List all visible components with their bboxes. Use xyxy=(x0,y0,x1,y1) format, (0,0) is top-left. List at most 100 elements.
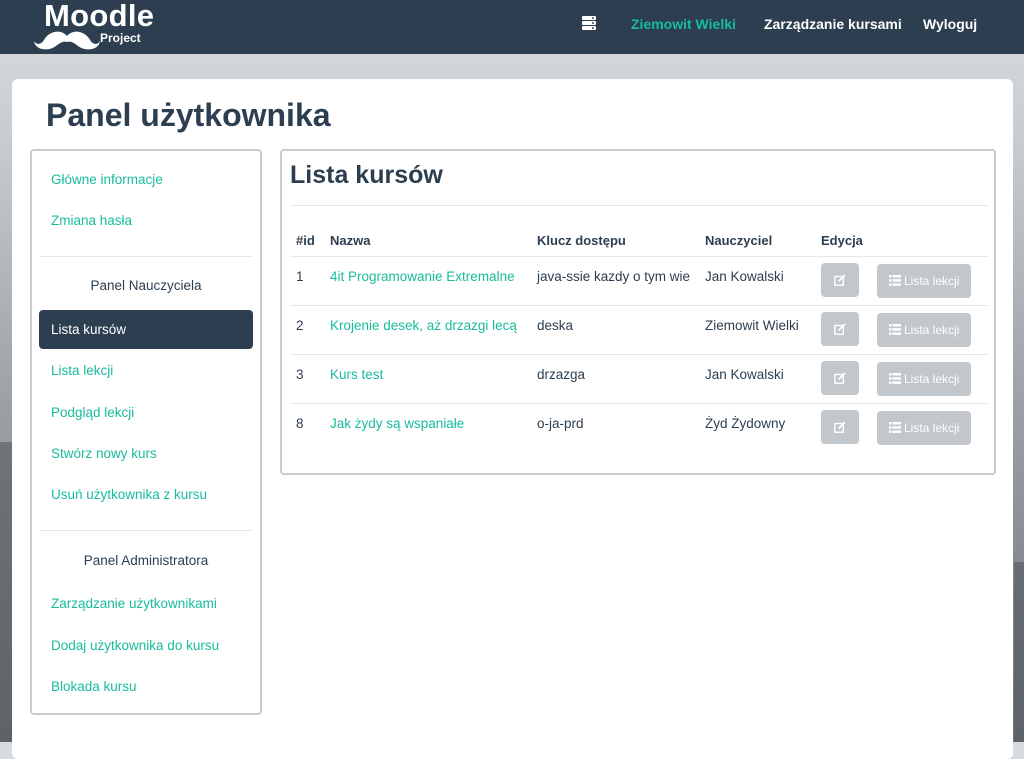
course-name-link[interactable]: Kurs test xyxy=(330,367,383,382)
edit-button[interactable] xyxy=(821,409,859,444)
cell-lessons: Lista lekcji xyxy=(871,305,988,355)
edit-icon xyxy=(834,322,846,335)
course-list-panel: Lista kursów #id Nazwa Klucz dostępu Nau… xyxy=(280,149,996,475)
top-navbar: Moodle Project Ziemowit Wielki Zarządzan… xyxy=(0,0,1024,54)
lesson-list-button[interactable]: Lista lekcji xyxy=(877,362,972,396)
sidebar-item-lesson-list[interactable]: Lista lekcji xyxy=(51,362,113,380)
cell-id: 1 xyxy=(290,256,324,306)
course-teacher: Żyd Żydowny xyxy=(705,415,786,431)
course-access-key: java-ssie kazdy o tym wie xyxy=(537,268,691,284)
sidebar-item-block-course[interactable]: Blokada kursu xyxy=(51,678,137,696)
nav-user-link[interactable]: Ziemowit Wielki xyxy=(631,15,736,33)
course-name-link[interactable]: Krojenie desek, aż drzazgi lecą xyxy=(330,318,517,333)
cell-edit xyxy=(815,256,871,306)
table-header-row: #id Nazwa Klucz dostępu Nauczyciel Edycj… xyxy=(290,224,988,257)
brand-subtitle: Project xyxy=(100,31,141,45)
column-header-name: Nazwa xyxy=(324,224,531,257)
mustache-icon xyxy=(34,31,100,50)
course-teacher: Jan Kowalski xyxy=(705,366,784,382)
course-name-link[interactable]: Jak żydy są wspaniałe xyxy=(330,416,464,431)
sidebar-item-add-user-to-course[interactable]: Dodaj użytkownika do kursu xyxy=(51,637,219,655)
column-header-edit: Edycja xyxy=(815,224,871,257)
lesson-list-button-label: Lista lekcji xyxy=(904,372,960,386)
sidebar: Główne informacje Zmiana hasła Panel Nau… xyxy=(30,149,262,715)
edit-icon xyxy=(834,420,846,433)
sidebar-heading-admin: Panel Administratora xyxy=(83,553,209,568)
sidebar-item-remove-user[interactable]: Usuń użytkownika z kursu xyxy=(51,486,207,504)
cell-lessons: Lista lekcji xyxy=(871,404,988,453)
brand-title: Moodle xyxy=(44,0,155,33)
sidebar-item-lesson-preview[interactable]: Podgląd lekcji xyxy=(51,404,134,422)
cell-teacher: Ziemowit Wielki xyxy=(699,305,815,355)
column-header-id: #id xyxy=(290,224,324,257)
course-id: 2 xyxy=(296,317,304,333)
lesson-list-button[interactable]: Lista lekcji xyxy=(877,313,972,347)
cell-teacher: Jan Kowalski xyxy=(699,256,815,306)
list-icon xyxy=(889,275,901,286)
lesson-list-button[interactable]: Lista lekcji xyxy=(877,264,972,298)
sidebar-heading-teacher: Panel Nauczyciela xyxy=(90,278,202,293)
lesson-list-button-label: Lista lekcji xyxy=(904,274,960,288)
list-icon xyxy=(889,324,901,335)
edit-button[interactable] xyxy=(821,311,859,346)
sidebar-item-change-password[interactable]: Zmiana hasła xyxy=(51,212,132,230)
edit-icon xyxy=(834,371,846,384)
course-teacher: Ziemowit Wielki xyxy=(705,317,799,333)
nav-manage-courses-link[interactable]: Zarządzanie kursami xyxy=(764,15,902,33)
cell-teacher: Żyd Żydowny xyxy=(699,404,815,453)
sidebar-divider xyxy=(40,530,252,531)
sidebar-item-course-list[interactable]: Lista kursów xyxy=(39,310,253,349)
cell-name: Jak żydy są wspaniałe xyxy=(324,404,531,453)
column-header-teacher: Nauczyciel xyxy=(699,224,815,257)
cell-key: deska xyxy=(531,305,699,355)
sidebar-item-manage-users[interactable]: Zarządzanie użytkownikami xyxy=(51,595,217,613)
server-icon[interactable] xyxy=(582,16,596,30)
cell-edit xyxy=(815,404,871,453)
table-row: 3 Kurs test drzazga Jan Kowalski Lista l… xyxy=(290,354,988,404)
course-access-key: deska xyxy=(537,317,574,333)
section-title: Lista kursów xyxy=(290,161,443,189)
cell-key: java-ssie kazdy o tym wie xyxy=(531,256,699,306)
edit-button[interactable] xyxy=(821,262,859,297)
cell-id: 3 xyxy=(290,354,324,404)
page-title: Panel użytkownika xyxy=(46,97,331,133)
cell-id: 8 xyxy=(290,404,324,453)
edit-icon xyxy=(834,273,846,286)
course-name-link[interactable]: 4it Programowanie Extremalne xyxy=(330,269,515,284)
main-panel: Panel użytkownika Główne informacje Zmia… xyxy=(12,79,1013,759)
sidebar-item-label: Lista kursów xyxy=(51,322,127,337)
course-id: 3 xyxy=(296,366,304,382)
lesson-list-button-label: Lista lekcji xyxy=(904,323,960,337)
table-row: 2 Krojenie desek, aż drzazgi lecą deska … xyxy=(290,305,988,355)
course-access-key: o-ja-prd xyxy=(537,415,584,431)
brand-logo[interactable]: Moodle Project xyxy=(34,0,194,54)
table-row: 8 Jak żydy są wspaniałe o-ja-prd Żyd Żyd… xyxy=(290,404,988,453)
cell-name: Krojenie desek, aż drzazgi lecą xyxy=(324,305,531,355)
sidebar-item-general-info[interactable]: Główne informacje xyxy=(51,171,163,189)
cell-teacher: Jan Kowalski xyxy=(699,354,815,404)
course-table: #id Nazwa Klucz dostępu Nauczyciel Edycj… xyxy=(290,224,988,452)
column-header-actions xyxy=(871,224,988,257)
cell-key: o-ja-prd xyxy=(531,404,699,453)
cell-edit xyxy=(815,354,871,404)
list-icon xyxy=(889,422,901,433)
nav-logout-link[interactable]: Wyloguj xyxy=(923,15,977,33)
table-row: 1 4it Programowanie Extremalne java-ssie… xyxy=(290,256,988,306)
cell-name: 4it Programowanie Extremalne xyxy=(324,256,531,306)
cell-lessons: Lista lekcji xyxy=(871,354,988,404)
edit-button[interactable] xyxy=(821,360,859,395)
cell-key: drzazga xyxy=(531,354,699,404)
course-id: 8 xyxy=(296,415,304,431)
sidebar-item-create-course[interactable]: Stwórz nowy kurs xyxy=(51,445,157,463)
cell-lessons: Lista lekcji xyxy=(871,256,988,306)
title-divider xyxy=(290,205,988,206)
lesson-list-button[interactable]: Lista lekcji xyxy=(877,411,972,445)
lesson-list-button-label: Lista lekcji xyxy=(904,421,960,435)
list-icon xyxy=(889,373,901,384)
column-header-access-key: Klucz dostępu xyxy=(531,224,699,257)
course-access-key: drzazga xyxy=(537,366,586,382)
sidebar-divider xyxy=(40,256,252,257)
cell-edit xyxy=(815,305,871,355)
cell-id: 2 xyxy=(290,305,324,355)
course-id: 1 xyxy=(296,268,304,284)
